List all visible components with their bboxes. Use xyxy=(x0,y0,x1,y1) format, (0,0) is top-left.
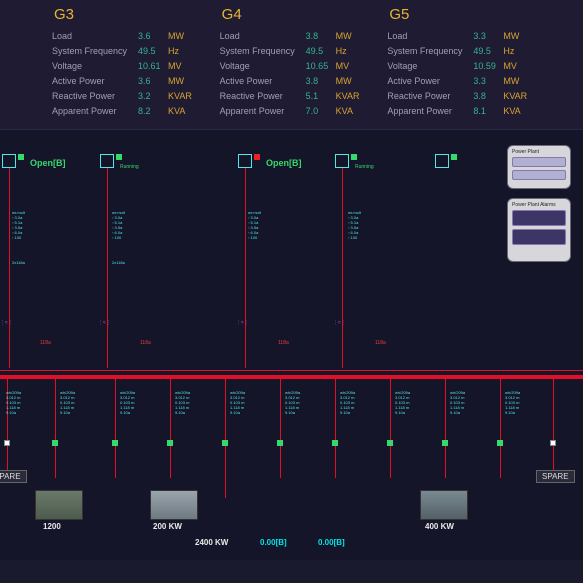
node-icon xyxy=(2,154,16,168)
feeder-readout: wh/209a3.012 m0.103 m1.118 m9.10a xyxy=(450,390,465,415)
main-busbar xyxy=(0,375,583,379)
current-label: 118a xyxy=(278,340,289,346)
feeder-readout: wh/209a3.012 m0.103 m1.118 m9.10a xyxy=(175,390,190,415)
panel-title: Power Plant xyxy=(508,146,570,157)
spare-label: SPARE xyxy=(536,470,575,483)
kw-label: 2400 KW xyxy=(195,538,228,547)
alarm-row xyxy=(512,210,566,226)
bay-4[interactable] xyxy=(335,154,349,168)
alarm-row xyxy=(512,229,566,245)
readout: 0.00[B] xyxy=(260,538,287,547)
readout: 0.00[B] xyxy=(318,538,345,547)
transformer-icon: ⋮≈⋮ xyxy=(98,320,111,326)
node-icon xyxy=(100,154,114,168)
status-light xyxy=(18,154,24,160)
breaker[interactable] xyxy=(277,440,283,446)
feeder-readout: wh/209a3.012 m0.103 m1.118 m9.10a xyxy=(395,390,410,415)
busbar-line xyxy=(0,370,583,371)
breaker[interactable] xyxy=(52,440,58,446)
generator-panels: G3 Load3.6MW System Frequency49.5Hz Volt… xyxy=(0,0,583,130)
status-light xyxy=(254,154,260,160)
readout-cluster: wr:mult▫ 3.0a▫ 5.1a▫ 3.5a▫ 6.0a▫ 100 xyxy=(112,210,125,240)
scada-diagram[interactable]: Open[B] Open[B] Running Running wr:mult▫… xyxy=(0,130,583,560)
bay-5[interactable] xyxy=(435,154,449,168)
open-label: Open[B] xyxy=(266,158,302,168)
power-plant-alarms-panel[interactable]: Power Plant Alarms xyxy=(507,198,571,262)
panel-row xyxy=(512,157,566,167)
breaker[interactable] xyxy=(222,440,228,446)
feeder-readout: wh/209a3.012 m0.103 m1.118 m9.10a xyxy=(60,390,75,415)
current-label: 118a xyxy=(140,340,151,346)
breaker[interactable] xyxy=(112,440,118,446)
breaker[interactable] xyxy=(550,440,556,446)
feeder-readout: wh/209a3.012 m0.103 m1.118 m9.10a xyxy=(340,390,355,415)
equipment-photo[interactable] xyxy=(35,490,83,520)
feeder-readout: wh/209a3.012 m0.103 m1.118 m9.10a xyxy=(285,390,300,415)
breaker[interactable] xyxy=(167,440,173,446)
feeder-readout: wh/209a3.012 m0.103 m1.118 m9.10a xyxy=(230,390,245,415)
power-plant-panel[interactable]: Power Plant xyxy=(507,145,571,189)
transformer-icon: ⋮≈⋮ xyxy=(0,320,13,326)
node-icon xyxy=(435,154,449,168)
breaker[interactable] xyxy=(4,440,10,446)
current-label: 118a xyxy=(40,340,51,346)
equipment-photo[interactable] xyxy=(420,490,468,520)
readout-cluster: wr:mult▫ 3.0a▫ 5.1a▫ 3.5a▫ 6.0a▫ 100 xyxy=(12,210,25,240)
panel-title: Power Plant Alarms xyxy=(508,199,570,210)
readout-cluster: wr:mult▫ 3.0a▫ 5.1a▫ 3.5a▫ 6.0a▫ 100 xyxy=(248,210,261,240)
equipment-photo[interactable] xyxy=(150,490,198,520)
running-label: Running xyxy=(120,164,139,170)
feeder-readout: wh/209a3.012 m0.103 m1.118 m9.10a xyxy=(120,390,135,415)
generator-title: G3 xyxy=(52,6,208,23)
status-light xyxy=(451,154,457,160)
bay-1[interactable] xyxy=(2,154,16,168)
breaker[interactable] xyxy=(387,440,393,446)
feeder-readout: wh/209a3.012 m0.103 m1.118 m9.10a xyxy=(505,390,520,415)
generator-g5: G5 Load3.3MW System Frequency49.5Hz Volt… xyxy=(387,6,543,119)
spare-label: SPARE xyxy=(0,470,27,483)
feeder-readout: wh/209a3.012 m0.103 m1.118 m9.10a xyxy=(6,390,21,415)
node-icon xyxy=(335,154,349,168)
breaker[interactable] xyxy=(332,440,338,446)
generator-title: G5 xyxy=(387,6,543,23)
generator-g4: G4 Load3.8MW System Frequency49.5Hz Volt… xyxy=(220,6,376,119)
breaker[interactable] xyxy=(442,440,448,446)
readout-cluster: 2x118a xyxy=(12,260,25,265)
kw-label: 400 KW xyxy=(425,522,454,531)
transformer-icon: ⋮≈⋮ xyxy=(236,320,249,326)
running-label: Running xyxy=(355,164,374,170)
generator-g3: G3 Load3.6MW System Frequency49.5Hz Volt… xyxy=(52,6,208,119)
kw-label: 1200 xyxy=(43,522,61,531)
bay-2[interactable] xyxy=(100,154,114,168)
transformer-icon: ⋮≈⋮ xyxy=(333,320,346,326)
kw-label: 200 KW xyxy=(153,522,182,531)
current-label: 118a xyxy=(375,340,386,346)
bay-3[interactable] xyxy=(238,154,252,168)
readout-cluster: 2x118a xyxy=(112,260,125,265)
readout-cluster: wr:mult▫ 3.0a▫ 5.1a▫ 3.5a▫ 6.0a▫ 100 xyxy=(348,210,361,240)
breaker[interactable] xyxy=(497,440,503,446)
generator-title: G4 xyxy=(220,6,376,23)
open-label: Open[B] xyxy=(30,158,66,168)
panel-row xyxy=(512,170,566,180)
status-light xyxy=(351,154,357,160)
node-icon xyxy=(238,154,252,168)
status-light xyxy=(116,154,122,160)
